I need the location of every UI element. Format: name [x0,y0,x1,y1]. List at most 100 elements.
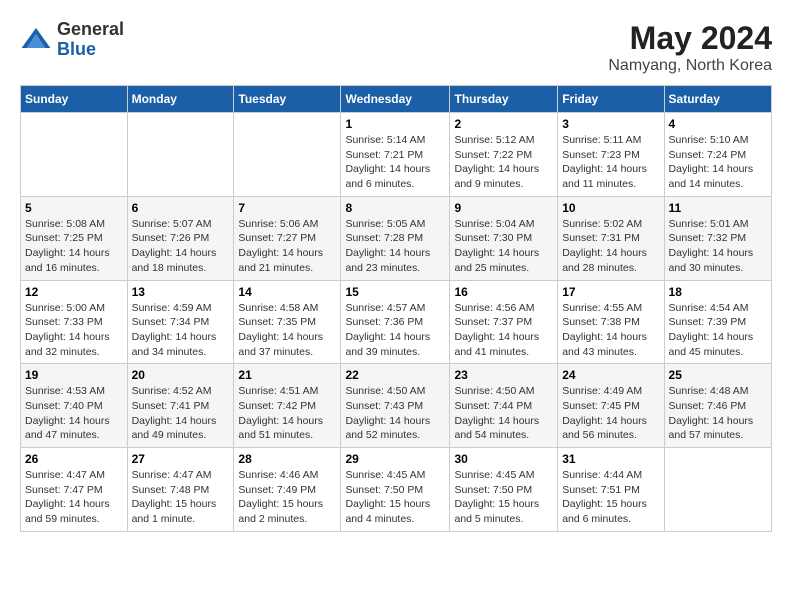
day-info: Sunrise: 4:56 AMSunset: 7:37 PMDaylight:… [454,302,539,358]
day-info: Sunrise: 4:48 AMSunset: 7:46 PMDaylight:… [669,385,754,441]
week-row-3: 12 Sunrise: 5:00 AMSunset: 7:33 PMDaylig… [21,280,772,364]
column-header-monday: Monday [127,86,234,113]
title-section: May 2024 Namyang, North Korea [608,20,772,75]
day-number: 11 [669,201,767,215]
day-number: 9 [454,201,553,215]
day-info: Sunrise: 5:08 AMSunset: 7:25 PMDaylight:… [25,218,110,274]
day-number: 14 [238,285,336,299]
page-title: May 2024 [608,20,772,57]
day-cell: 22 Sunrise: 4:50 AMSunset: 7:43 PMDaylig… [341,364,450,448]
logo-icon [20,24,52,56]
column-header-friday: Friday [558,86,664,113]
day-info: Sunrise: 4:50 AMSunset: 7:44 PMDaylight:… [454,385,539,441]
day-number: 7 [238,201,336,215]
day-cell: 27 Sunrise: 4:47 AMSunset: 7:48 PMDaylig… [127,448,234,532]
day-cell: 23 Sunrise: 4:50 AMSunset: 7:44 PMDaylig… [450,364,558,448]
day-cell: 4 Sunrise: 5:10 AMSunset: 7:24 PMDayligh… [664,113,771,197]
day-cell: 29 Sunrise: 4:45 AMSunset: 7:50 PMDaylig… [341,448,450,532]
day-cell: 16 Sunrise: 4:56 AMSunset: 7:37 PMDaylig… [450,280,558,364]
day-info: Sunrise: 5:00 AMSunset: 7:33 PMDaylight:… [25,302,110,358]
day-number: 8 [345,201,445,215]
day-info: Sunrise: 5:06 AMSunset: 7:27 PMDaylight:… [238,218,323,274]
day-cell: 3 Sunrise: 5:11 AMSunset: 7:23 PMDayligh… [558,113,664,197]
logo: General Blue [20,20,124,60]
day-info: Sunrise: 5:01 AMSunset: 7:32 PMDaylight:… [669,218,754,274]
week-row-4: 19 Sunrise: 4:53 AMSunset: 7:40 PMDaylig… [21,364,772,448]
day-number: 21 [238,368,336,382]
day-number: 22 [345,368,445,382]
day-number: 18 [669,285,767,299]
day-cell: 17 Sunrise: 4:55 AMSunset: 7:38 PMDaylig… [558,280,664,364]
day-info: Sunrise: 4:51 AMSunset: 7:42 PMDaylight:… [238,385,323,441]
day-number: 20 [132,368,230,382]
day-cell [664,448,771,532]
week-row-2: 5 Sunrise: 5:08 AMSunset: 7:25 PMDayligh… [21,196,772,280]
day-cell: 12 Sunrise: 5:00 AMSunset: 7:33 PMDaylig… [21,280,128,364]
day-info: Sunrise: 4:46 AMSunset: 7:49 PMDaylight:… [238,469,323,525]
day-cell: 9 Sunrise: 5:04 AMSunset: 7:30 PMDayligh… [450,196,558,280]
day-number: 31 [562,452,659,466]
day-number: 19 [25,368,123,382]
day-number: 4 [669,117,767,131]
day-number: 23 [454,368,553,382]
day-info: Sunrise: 5:04 AMSunset: 7:30 PMDaylight:… [454,218,539,274]
day-info: Sunrise: 5:14 AMSunset: 7:21 PMDaylight:… [345,134,430,190]
page-subtitle: Namyang, North Korea [608,57,772,75]
day-number: 27 [132,452,230,466]
day-number: 30 [454,452,553,466]
day-info: Sunrise: 5:02 AMSunset: 7:31 PMDaylight:… [562,218,647,274]
day-cell: 21 Sunrise: 4:51 AMSunset: 7:42 PMDaylig… [234,364,341,448]
day-cell: 2 Sunrise: 5:12 AMSunset: 7:22 PMDayligh… [450,113,558,197]
page-header: General Blue May 2024 Namyang, North Kor… [20,20,772,75]
day-info: Sunrise: 4:57 AMSunset: 7:36 PMDaylight:… [345,302,430,358]
day-number: 28 [238,452,336,466]
day-cell: 30 Sunrise: 4:45 AMSunset: 7:50 PMDaylig… [450,448,558,532]
day-cell: 7 Sunrise: 5:06 AMSunset: 7:27 PMDayligh… [234,196,341,280]
day-info: Sunrise: 4:59 AMSunset: 7:34 PMDaylight:… [132,302,217,358]
day-cell: 15 Sunrise: 4:57 AMSunset: 7:36 PMDaylig… [341,280,450,364]
day-info: Sunrise: 4:52 AMSunset: 7:41 PMDaylight:… [132,385,217,441]
day-number: 26 [25,452,123,466]
day-number: 2 [454,117,553,131]
calendar-table: SundayMondayTuesdayWednesdayThursdayFrid… [20,85,772,532]
day-cell: 20 Sunrise: 4:52 AMSunset: 7:41 PMDaylig… [127,364,234,448]
day-number: 1 [345,117,445,131]
day-cell [234,113,341,197]
logo-general: General [57,20,124,40]
day-info: Sunrise: 4:54 AMSunset: 7:39 PMDaylight:… [669,302,754,358]
header-row: SundayMondayTuesdayWednesdayThursdayFrid… [21,86,772,113]
day-number: 3 [562,117,659,131]
day-info: Sunrise: 5:10 AMSunset: 7:24 PMDaylight:… [669,134,754,190]
day-info: Sunrise: 4:50 AMSunset: 7:43 PMDaylight:… [345,385,430,441]
day-cell [21,113,128,197]
day-info: Sunrise: 4:45 AMSunset: 7:50 PMDaylight:… [454,469,539,525]
day-cell: 10 Sunrise: 5:02 AMSunset: 7:31 PMDaylig… [558,196,664,280]
day-cell: 25 Sunrise: 4:48 AMSunset: 7:46 PMDaylig… [664,364,771,448]
column-header-thursday: Thursday [450,86,558,113]
day-number: 24 [562,368,659,382]
day-info: Sunrise: 4:49 AMSunset: 7:45 PMDaylight:… [562,385,647,441]
day-cell: 5 Sunrise: 5:08 AMSunset: 7:25 PMDayligh… [21,196,128,280]
day-info: Sunrise: 5:05 AMSunset: 7:28 PMDaylight:… [345,218,430,274]
day-info: Sunrise: 4:47 AMSunset: 7:48 PMDaylight:… [132,469,217,525]
day-number: 17 [562,285,659,299]
day-number: 10 [562,201,659,215]
day-number: 6 [132,201,230,215]
day-cell: 24 Sunrise: 4:49 AMSunset: 7:45 PMDaylig… [558,364,664,448]
day-cell: 6 Sunrise: 5:07 AMSunset: 7:26 PMDayligh… [127,196,234,280]
day-info: Sunrise: 4:47 AMSunset: 7:47 PMDaylight:… [25,469,110,525]
day-number: 16 [454,285,553,299]
day-cell: 13 Sunrise: 4:59 AMSunset: 7:34 PMDaylig… [127,280,234,364]
logo-text: General Blue [57,20,124,60]
day-info: Sunrise: 5:11 AMSunset: 7:23 PMDaylight:… [562,134,647,190]
day-cell: 28 Sunrise: 4:46 AMSunset: 7:49 PMDaylig… [234,448,341,532]
day-cell [127,113,234,197]
day-info: Sunrise: 4:53 AMSunset: 7:40 PMDaylight:… [25,385,110,441]
day-cell: 26 Sunrise: 4:47 AMSunset: 7:47 PMDaylig… [21,448,128,532]
day-cell: 18 Sunrise: 4:54 AMSunset: 7:39 PMDaylig… [664,280,771,364]
logo-blue: Blue [57,40,124,60]
day-number: 13 [132,285,230,299]
day-cell: 19 Sunrise: 4:53 AMSunset: 7:40 PMDaylig… [21,364,128,448]
day-info: Sunrise: 4:55 AMSunset: 7:38 PMDaylight:… [562,302,647,358]
day-cell: 8 Sunrise: 5:05 AMSunset: 7:28 PMDayligh… [341,196,450,280]
